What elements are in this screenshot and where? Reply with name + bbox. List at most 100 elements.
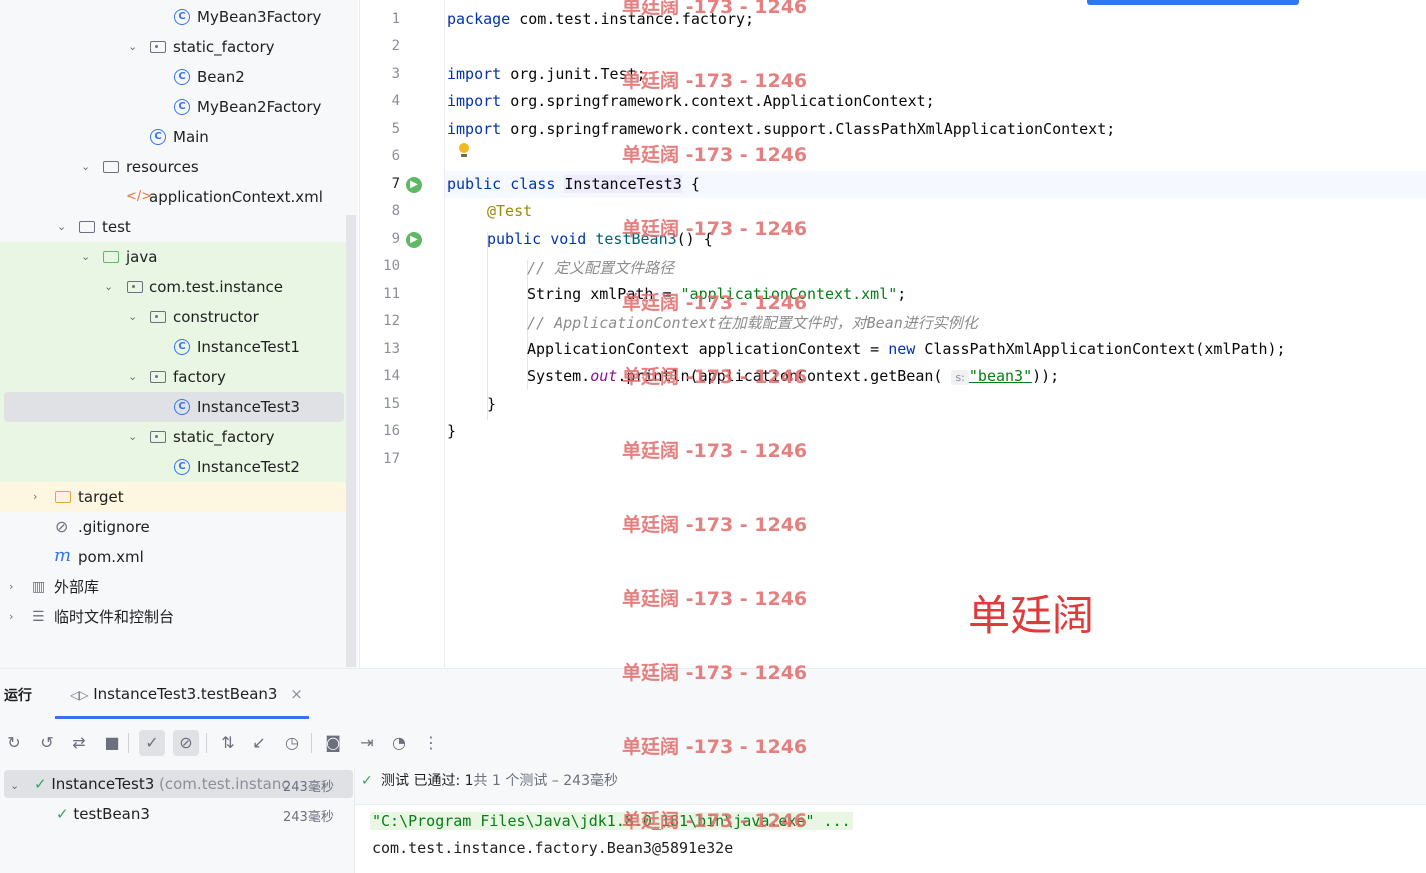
run-test-icon: ◁▷ [70, 688, 89, 702]
tree-item-java[interactable]: ⌄ java [0, 242, 346, 272]
maven-icon: m [54, 545, 72, 566]
chevron-down-icon[interactable]: ⌄ [128, 311, 138, 322]
watermark-large-text: 单廷阔 [968, 591, 1095, 640]
coverage-icon[interactable]: ◔ [388, 732, 410, 754]
tree-item-pom-xml[interactable]: m pom.xml [0, 542, 346, 572]
project-tree: C MyBean3Factory ⌄ static_factory C Bean… [0, 0, 358, 668]
screenshot-icon[interactable]: ◙ [322, 732, 344, 754]
class-icon: C [174, 9, 190, 25]
watermark-text: 单廷阔 -173 - 1246 [622, 810, 808, 832]
chevron-right-icon[interactable]: › [33, 491, 43, 502]
line-number: 17 [383, 451, 400, 467]
package-icon [150, 371, 166, 383]
chevron-down-icon[interactable]: ⌄ [128, 431, 138, 442]
tree-item-static-factory-main[interactable]: ⌄ static_factory [0, 32, 346, 62]
code-line-10: // 定义配置文件路径 [527, 259, 675, 277]
resources-folder-icon [103, 161, 119, 173]
export-icon[interactable]: ⇥ [356, 732, 378, 754]
rerun-icon[interactable]: ↻ [3, 732, 25, 754]
tree-item-mybean2factory[interactable]: C MyBean2Factory [0, 92, 346, 122]
xml-file-icon: </> [126, 189, 153, 204]
tree-item-bean2[interactable]: C Bean2 [0, 62, 346, 92]
chevron-down-icon[interactable]: ⌄ [128, 371, 138, 382]
line-number: 12 [383, 313, 400, 329]
tree-item-mybean3factory[interactable]: C MyBean3Factory [0, 2, 346, 32]
chevron-right-icon[interactable]: › [9, 581, 19, 592]
tree-item-main[interactable]: C Main [0, 122, 346, 152]
indent-guide [487, 232, 488, 420]
run-test-class-icon[interactable]: ▶ [406, 177, 422, 193]
toolbar-separator [206, 733, 207, 753]
tree-item-instancetest3[interactable]: C InstanceTest3 [4, 392, 344, 422]
class-icon: C [174, 69, 190, 85]
tree-scrollbar[interactable] [346, 215, 356, 667]
collapse-icon[interactable]: ↙ [248, 732, 270, 754]
test-duration: 243毫秒 [283, 780, 334, 795]
tree-item-factory[interactable]: ⌄ factory [0, 362, 346, 392]
tree-item-instancetest2[interactable]: C InstanceTest2 [0, 452, 346, 482]
console-output[interactable]: ✓ 测试 已通过: 1共 1 个测试 – 243毫秒 "C:\Program F… [354, 768, 1426, 873]
code-line-5: import org.springframework.context.suppo… [447, 120, 1116, 138]
passed-check-icon: ✓ [56, 805, 69, 823]
test-status-bar: ✓ 测试 已通过: 1共 1 个测试 – 243毫秒 [355, 768, 1426, 805]
chevron-down-icon[interactable]: ⌄ [57, 221, 67, 232]
watermark-text: 单廷阔 -173 - 1246 [622, 662, 808, 684]
test-duration: 243毫秒 [283, 810, 334, 825]
chevron-down-icon[interactable]: ⌄ [81, 161, 91, 172]
lightbulb-icon[interactable] [458, 143, 470, 157]
tree-item-test[interactable]: ⌄ test [0, 212, 346, 242]
watermark-text: 单廷阔 -173 - 1246 [622, 218, 808, 240]
watermark-text: 单廷阔 -173 - 1246 [622, 514, 808, 536]
show-ignored-icon[interactable]: ⊘ [173, 730, 199, 756]
watermark-text: 单廷阔 -173 - 1246 [622, 588, 808, 610]
run-tool-window: 运行 ◁▷ InstanceTest3.testBean3 × ↻ ↺ ⇄ ■ … [0, 668, 1426, 873]
chevron-down-icon[interactable]: ⌄ [104, 281, 114, 292]
test-node-class[interactable]: ⌄ ✓ InstanceTest3 (com.test.instanc [10, 770, 290, 798]
code-editor[interactable]: 1 2 3 4 5 6 7 8 9 10 11 12 13 14 15 16 1… [359, 0, 1426, 668]
more-options-icon[interactable]: ⋮ [420, 732, 442, 754]
close-tab-icon[interactable]: × [290, 685, 303, 703]
chevron-down-icon[interactable]: ⌄ [81, 251, 91, 262]
tree-item-applicationcontext-xml[interactable]: </> applicationContext.xml [0, 182, 346, 212]
code-line-8: @Test [487, 202, 533, 220]
sort-icon[interactable]: ⇅ [217, 732, 239, 754]
test-node-method[interactable]: ✓ testBean3 [56, 800, 150, 828]
test-folder-icon [103, 251, 119, 263]
tree-item-target[interactable]: › target [0, 482, 346, 512]
test-class-icon: C [174, 339, 190, 355]
rerun-failed-icon[interactable]: ↺ [36, 732, 58, 754]
show-passed-icon[interactable]: ✓ [139, 730, 165, 756]
console-line-output: com.test.instance.factory.Bean3@5891e32e [372, 839, 734, 857]
code-line-3: import org.junit.Test; [447, 65, 646, 83]
test-class-icon: C [174, 399, 190, 415]
line-number: 2 [391, 38, 400, 54]
chevron-right-icon[interactable]: › [9, 611, 19, 622]
tree-item-resources[interactable]: ⌄ resources [0, 152, 346, 182]
line-number: 9 [391, 231, 400, 247]
line-number: 3 [391, 66, 400, 82]
line-number: 15 [383, 396, 400, 412]
run-test-method-icon[interactable]: ▶ [406, 232, 422, 248]
tree-item-com-test-instance[interactable]: ⌄ com.test.instance [0, 272, 346, 302]
chevron-down-icon[interactable]: ⌄ [10, 779, 19, 792]
tree-item-scratches[interactable]: › ☰ 临时文件和控制台 [0, 602, 346, 632]
code-line-13: ApplicationContext applicationContext = … [527, 340, 1286, 358]
excluded-folder-icon [55, 491, 71, 503]
tree-item-gitignore[interactable]: ⊘ .gitignore [0, 512, 346, 542]
toggle-auto-test-icon[interactable]: ⇄ [68, 732, 90, 754]
line-number: 11 [383, 286, 400, 302]
watermark-text: 单廷阔 -173 - 1246 [622, 292, 808, 314]
stop-icon[interactable]: ■ [101, 732, 123, 754]
line-number: 4 [391, 93, 400, 109]
tree-item-constructor[interactable]: ⌄ constructor [0, 302, 346, 332]
tree-item-external-libraries[interactable]: › ▥ 外部库 [0, 572, 346, 602]
line-number: 6 [391, 148, 400, 164]
editor-tab-indicator [1087, 0, 1299, 5]
line-number: 5 [391, 121, 400, 137]
run-config-tab[interactable]: ◁▷ InstanceTest3.testBean3 × [70, 685, 303, 703]
chevron-down-icon[interactable]: ⌄ [128, 41, 138, 52]
tree-item-instancetest1[interactable]: C InstanceTest1 [0, 332, 346, 362]
tree-item-static-factory-test[interactable]: ⌄ static_factory [0, 422, 346, 452]
history-icon[interactable]: ◷ [281, 732, 303, 754]
line-number: 13 [383, 341, 400, 357]
